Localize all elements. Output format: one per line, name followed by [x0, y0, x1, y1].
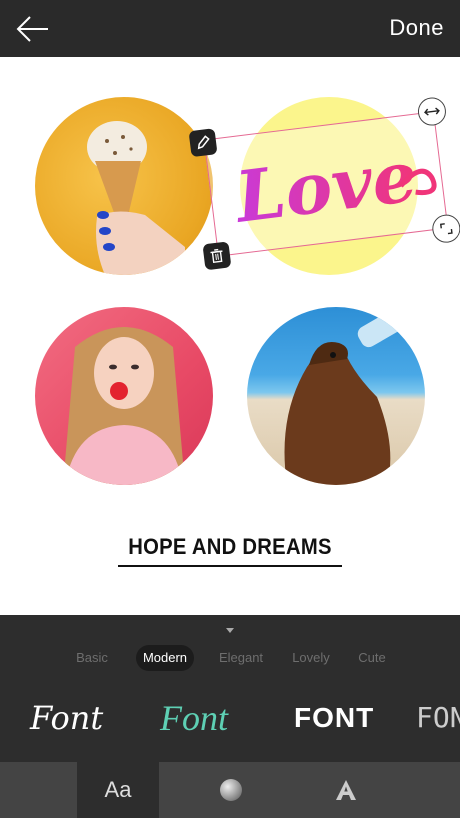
- tab-elegant[interactable]: Elegant: [212, 645, 270, 671]
- trash-icon: [210, 248, 223, 264]
- tab-modern[interactable]: Modern: [136, 645, 194, 671]
- tab-cute[interactable]: Cute: [352, 645, 392, 671]
- arrow-left-icon: [16, 16, 48, 42]
- top-bar: Done: [0, 0, 460, 57]
- bottom-toolbar: Aa: [0, 762, 460, 818]
- caption-underline: [118, 565, 342, 567]
- caption-text[interactable]: HOPE AND DREAMS: [127, 534, 333, 560]
- resize-horizontal-icon: [424, 107, 440, 116]
- letter-a-icon: [336, 780, 356, 800]
- photo-dog-beach[interactable]: [247, 307, 425, 485]
- font-tab[interactable]: [305, 762, 387, 818]
- color-tab[interactable]: [190, 762, 272, 818]
- text-style-tab[interactable]: Aa: [77, 762, 159, 818]
- dog-illustration: [284, 308, 407, 485]
- font-sample-4[interactable]: FONT: [416, 685, 460, 751]
- tab-basic[interactable]: Basic: [66, 645, 118, 671]
- collage-canvas: Love HOPE AND DREAMS: [0, 57, 460, 615]
- text-style-label: Aa: [104, 777, 132, 802]
- girl-illustration: [63, 327, 185, 485]
- font-panel: Basic Modern Elegant Lovely Cute Font Fo…: [0, 615, 460, 762]
- caret-down-icon: [226, 628, 234, 633]
- font-sample-1[interactable]: Font: [30, 685, 103, 751]
- photo-ice-cream[interactable]: [35, 97, 213, 275]
- scale-icon: [439, 223, 453, 235]
- ice-cream-illustration: [87, 121, 185, 275]
- color-circle-icon: [220, 779, 242, 801]
- tab-lovely[interactable]: Lovely: [286, 645, 336, 671]
- delete-handle[interactable]: [202, 241, 232, 271]
- back-button[interactable]: [14, 12, 54, 46]
- love-sticker[interactable]: Love: [188, 95, 460, 271]
- pencil-icon: [197, 135, 210, 150]
- collapse-panel-button[interactable]: [224, 623, 236, 633]
- love-text-graphic: Love: [229, 134, 437, 239]
- font-category-tabs: Basic Modern Elegant Lovely Cute: [0, 645, 460, 671]
- done-button[interactable]: Done: [389, 15, 444, 41]
- sticker-text: Love: [229, 134, 421, 239]
- font-sample-2[interactable]: Font: [160, 685, 228, 751]
- photo-girl-lollipop[interactable]: [35, 307, 213, 485]
- font-sample-3[interactable]: FONT: [294, 685, 374, 751]
- edit-handle[interactable]: [188, 128, 218, 158]
- font-samples-row: Font Font FONT FONT: [0, 685, 460, 751]
